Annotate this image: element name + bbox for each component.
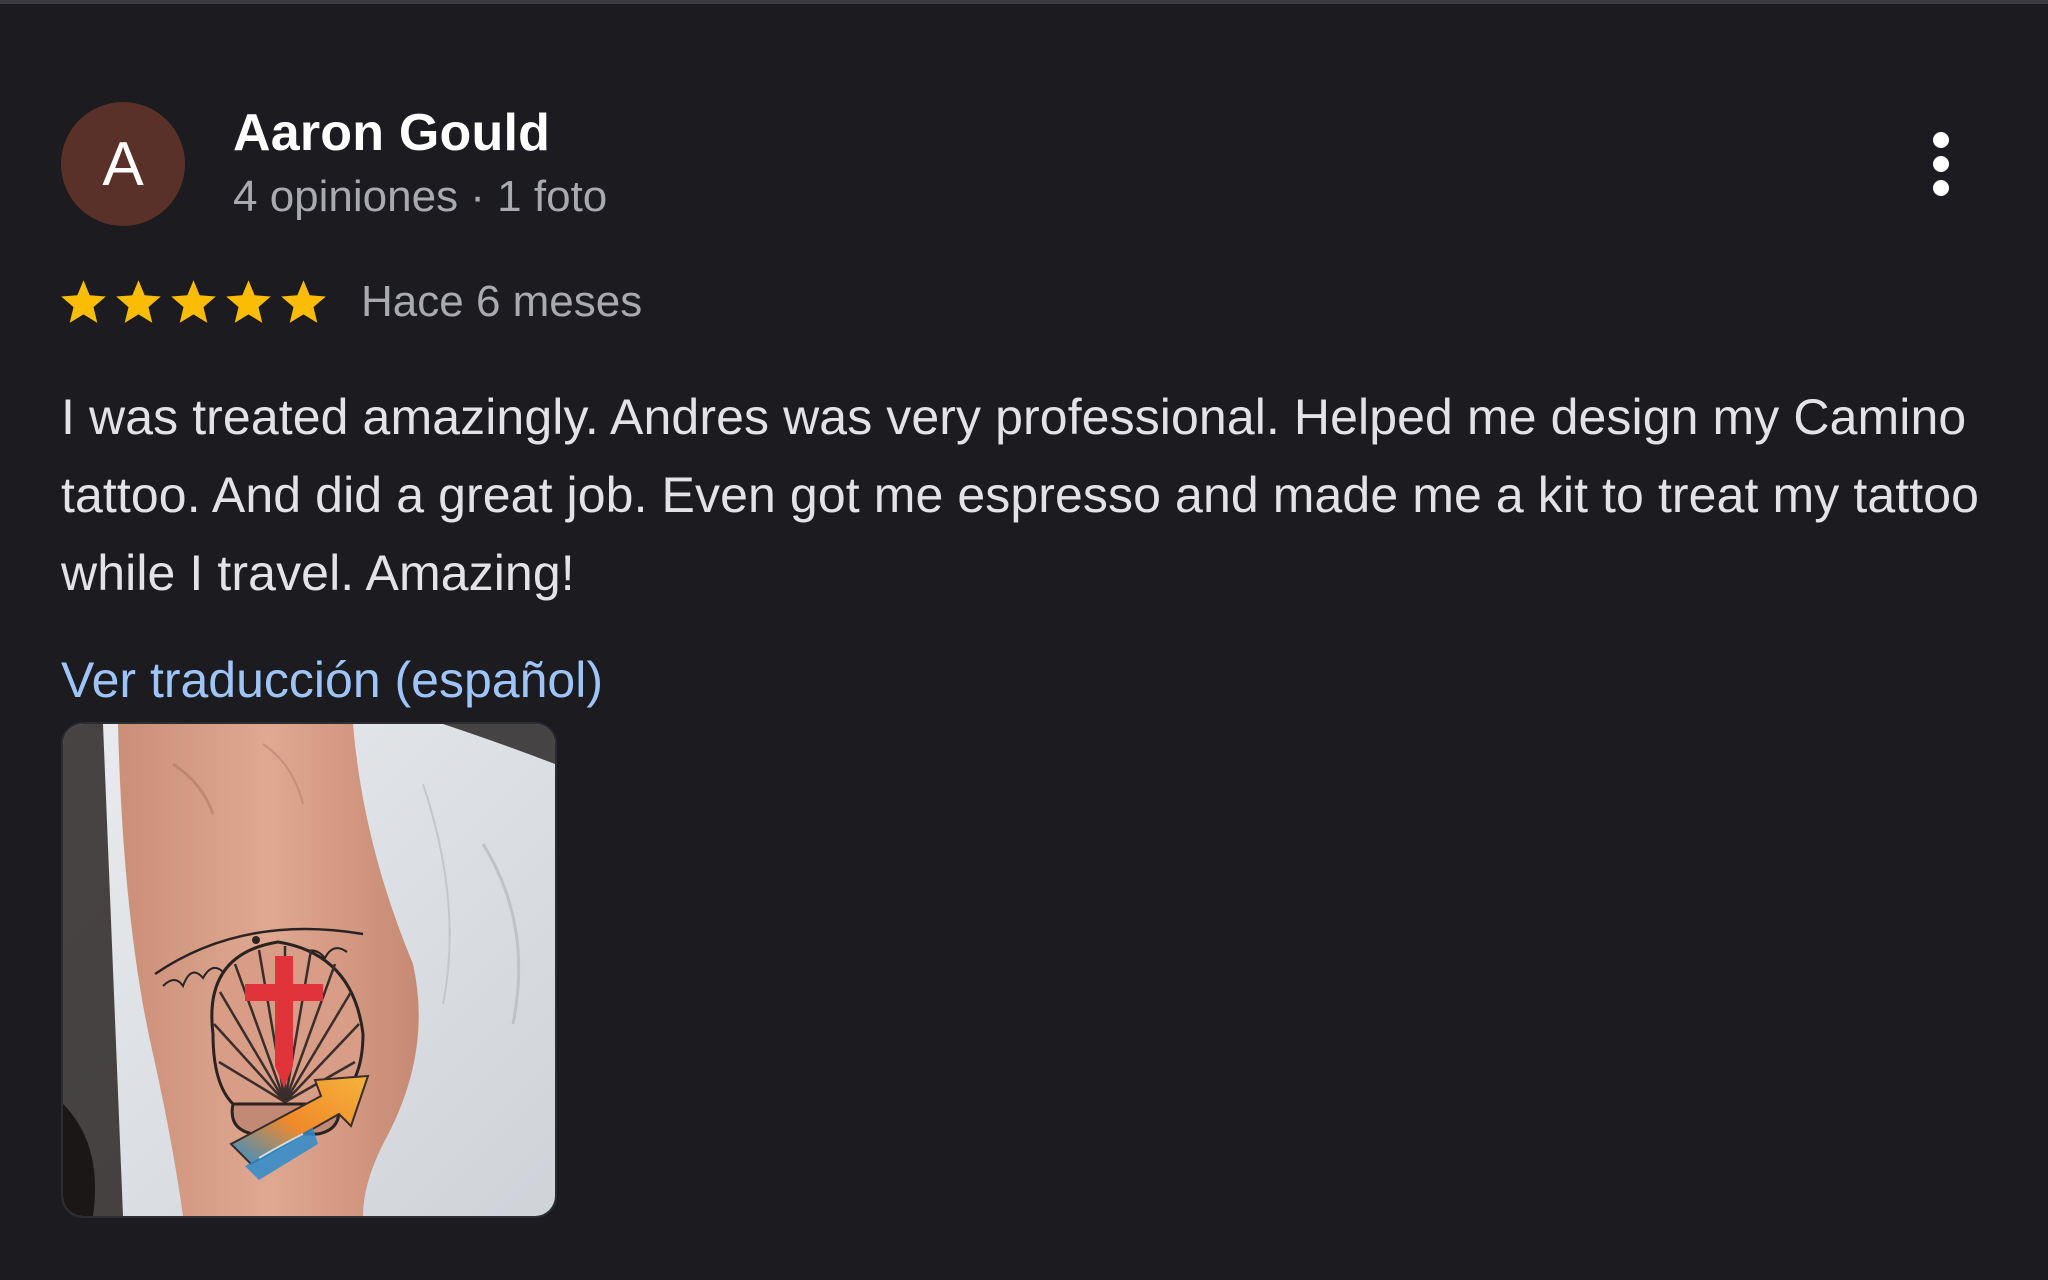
review-photo[interactable] (61, 722, 557, 1218)
avatar[interactable]: A (61, 102, 185, 226)
star-icon (171, 279, 216, 323)
star-icon (226, 279, 271, 323)
review-card: A Aaron Gould 4 opiniones · 1 foto Hace … (0, 0, 2048, 1280)
translate-link[interactable]: Ver traducción (español) (61, 651, 603, 709)
more-vert-icon-dot (1933, 156, 1949, 172)
star-icon (61, 279, 106, 323)
reviewer-meta: 4 opiniones · 1 foto (233, 172, 608, 221)
more-vert-icon (1933, 132, 1949, 148)
more-vert-icon-dot (1933, 180, 1949, 196)
more-options-button[interactable] (1916, 122, 1966, 206)
avatar-letter: A (102, 129, 144, 199)
rating-row: Hace 6 meses (58, 272, 642, 332)
star-icon (281, 279, 326, 323)
star-rating (58, 277, 329, 328)
review-text: I was treated amazingly. Andres was very… (61, 389, 1980, 601)
review-time: Hace 6 meses (361, 277, 643, 326)
tattoo-photo-image (63, 724, 555, 1216)
reviewer-name[interactable]: Aaron Gould (233, 103, 550, 163)
star-icon (116, 279, 161, 323)
